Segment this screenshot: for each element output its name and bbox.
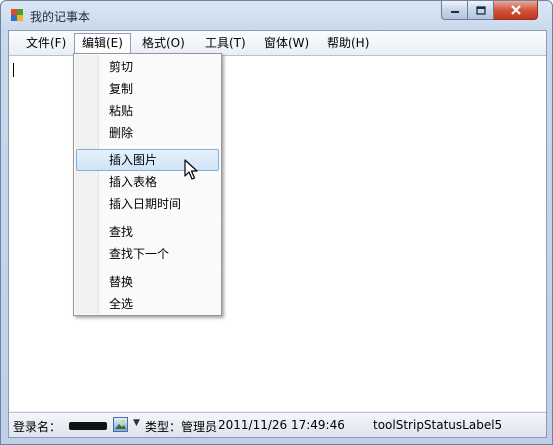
picture-icon: [115, 420, 126, 429]
menu-separator: [104, 268, 219, 269]
close-button[interactable]: [494, 1, 538, 20]
minimize-button[interactable]: [441, 1, 468, 20]
window-title: 我的记事本: [30, 10, 91, 24]
menu-window[interactable]: 窗体(W): [257, 33, 316, 54]
menu-item-replace[interactable]: 替换: [76, 271, 219, 293]
edit-dropdown-menu: 剪切 复制 粘贴 删除 插入图片 插入表格 插入日期时间 查找 查找下一个 替换…: [73, 53, 222, 316]
text-caret: [13, 63, 14, 77]
status-login-label: 登录名：: [13, 420, 62, 434]
notepad-app-icon: [11, 9, 23, 21]
status-label5: toolStripStatusLabel5: [373, 418, 503, 432]
menu-format[interactable]: 格式(O): [135, 33, 192, 54]
menu-item-paste[interactable]: 粘贴: [76, 100, 219, 122]
maximize-icon: [475, 5, 486, 15]
menu-item-delete[interactable]: 删除: [76, 122, 219, 144]
minimize-icon: [450, 11, 459, 13]
menu-help[interactable]: 帮助(H): [320, 33, 376, 54]
close-icon: [510, 5, 521, 15]
menu-item-select-all[interactable]: 全选: [76, 293, 219, 315]
maximize-button[interactable]: [468, 1, 494, 20]
menu-tools[interactable]: 工具(T): [198, 33, 253, 54]
menu-item-insert-datetime[interactable]: 插入日期时间: [76, 193, 219, 215]
mouse-pointer-icon: [184, 159, 198, 180]
status-user-type: 类型：管理员: [145, 420, 218, 434]
menu-item-cut[interactable]: 剪切: [76, 56, 219, 78]
menu-item-find-next[interactable]: 查找下一个: [76, 243, 219, 265]
menu-separator: [104, 218, 219, 219]
status-picture-button[interactable]: [113, 417, 128, 432]
status-bar: 登录名： ▼ 类型：管理员 2011/11/26 17:49:46 toolSt…: [9, 412, 546, 437]
status-datetime: 2011/11/26 17:49:46: [218, 418, 345, 432]
title-bar[interactable]: 我的记事本: [1, 1, 552, 29]
menu-separator: [104, 146, 219, 147]
menu-item-find[interactable]: 查找: [76, 221, 219, 243]
menu-file[interactable]: 文件(F): [19, 33, 73, 54]
menu-item-copy[interactable]: 复制: [76, 78, 219, 100]
window-controls: [441, 1, 538, 20]
status-dropdown-arrow-icon[interactable]: ▼: [133, 418, 140, 428]
status-login-name-redacted: [69, 422, 107, 430]
menu-bar: 文件(F) 编辑(E) 格式(O) 工具(T) 窗体(W) 帮助(H): [9, 31, 546, 55]
menu-edit[interactable]: 编辑(E): [74, 33, 131, 54]
